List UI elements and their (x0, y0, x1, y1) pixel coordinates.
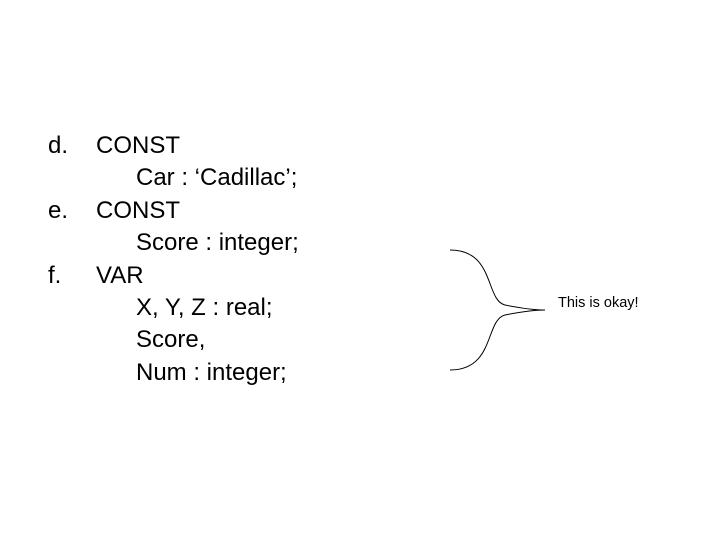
code-line: Num : integer; (96, 357, 287, 389)
list-body: CONST Car : ‘Cadillac’; (96, 130, 297, 195)
list-item: d. CONST Car : ‘Cadillac’; (48, 130, 299, 195)
list-marker: f. (48, 260, 96, 390)
code-line: CONST (96, 195, 299, 227)
code-line: Score, (96, 324, 287, 356)
code-line: Car : ‘Cadillac’; (96, 162, 297, 194)
list-item: e. CONST Score : integer; (48, 195, 299, 260)
brace-icon (440, 245, 550, 375)
list-body: VAR X, Y, Z : real; Score, Num : integer… (96, 260, 287, 390)
list-marker: e. (48, 195, 96, 260)
list-body: CONST Score : integer; (96, 195, 299, 260)
code-list: d. CONST Car : ‘Cadillac’; e. CONST Scor… (48, 130, 299, 389)
list-item: f. VAR X, Y, Z : real; Score, Num : inte… (48, 260, 299, 390)
slide: d. CONST Car : ‘Cadillac’; e. CONST Scor… (0, 0, 720, 540)
list-marker: d. (48, 130, 96, 195)
code-line: CONST (96, 130, 297, 162)
code-line: VAR (96, 260, 287, 292)
code-line: X, Y, Z : real; (96, 292, 287, 324)
annotation-text: This is okay! (558, 295, 639, 311)
code-line: Score : integer; (96, 227, 299, 259)
